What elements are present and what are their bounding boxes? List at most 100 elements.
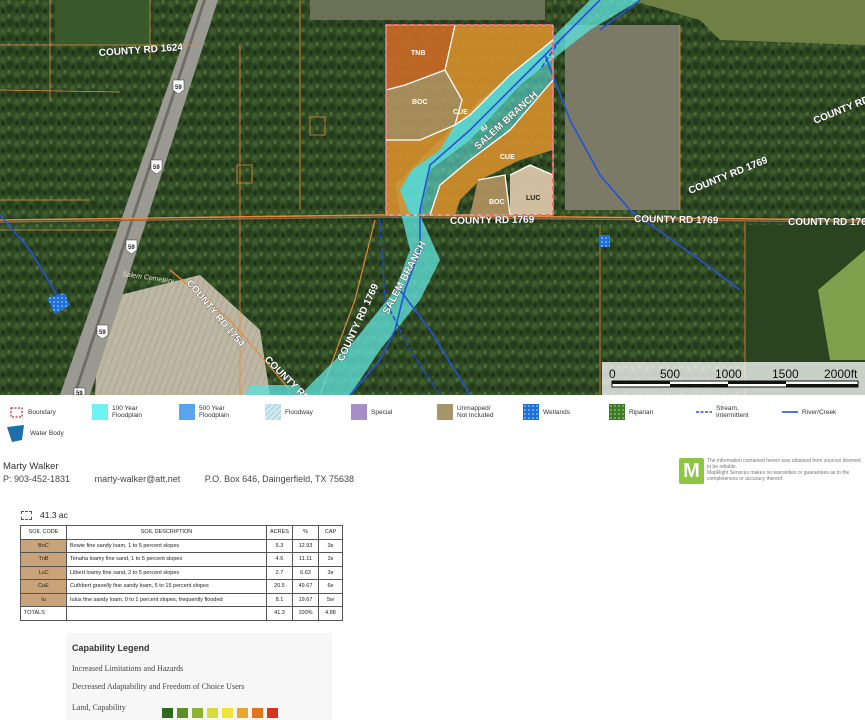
soil-code: TnB	[20, 552, 67, 567]
totals-capability: 4.88	[318, 606, 343, 621]
legend-label: Wetlands	[543, 408, 570, 416]
capability-swatch	[267, 708, 278, 718]
field-area	[310, 0, 545, 20]
svg-text:59: 59	[128, 245, 135, 251]
soil-label-cue: CUE	[453, 109, 468, 116]
brand-block: M The information contained herein was o…	[679, 458, 865, 484]
river-creek-icon	[782, 411, 798, 413]
table-row: LuC Lilbert loamy fine sand, 2 to 5 perc…	[20, 565, 343, 580]
legend-item: Riparian	[609, 404, 653, 420]
soil-capability: 5w	[318, 592, 343, 607]
capability-swatch	[237, 708, 248, 718]
soil-code: BoC	[20, 538, 67, 553]
capability-swatch	[222, 708, 233, 718]
legend-item: Wetlands	[523, 404, 570, 420]
legend-item: Boundary	[8, 404, 56, 420]
riparian-icon	[609, 404, 625, 420]
legend-item: 100 Year Floodplain	[92, 404, 142, 420]
road-label: COUNTY RD 1769	[450, 215, 535, 227]
water-body-icon	[7, 425, 24, 442]
disclaimer-text: The information contained herein was obt…	[707, 458, 861, 482]
legend-label: Floodway	[285, 408, 313, 416]
soil-capability: 3e	[318, 538, 343, 553]
boundary-icon	[10, 407, 23, 418]
agent-phone[interactable]: P: 903-452-1831	[3, 474, 70, 484]
scale-tick: 2000ft	[824, 367, 858, 381]
capability-legend-line: Land, Capability	[72, 703, 126, 712]
svg-text:59: 59	[99, 330, 106, 336]
agent-email[interactable]: marty-walker@att.net	[95, 474, 181, 484]
legend-label: River/Creek	[802, 408, 837, 416]
legend-label: Special	[371, 408, 393, 416]
legend-item: Water Body	[6, 424, 64, 442]
totals-percent: 100%	[292, 606, 319, 621]
legend-label: Stream, Intermittent	[716, 405, 749, 419]
column-header: CAP	[318, 525, 343, 540]
pasture-field	[565, 25, 680, 210]
soil-acres: 5.3	[266, 538, 293, 553]
svg-text:59: 59	[76, 391, 83, 395]
capability-legend-title: Capability Legend	[72, 643, 150, 653]
soil-description: Cuthbert gravelly fine sandy loam, 5 to …	[66, 579, 267, 594]
map-view[interactable]: TNB BOC CUE IU CUE BOC LUC SALEM BRANCH …	[0, 0, 865, 395]
special-swatch	[351, 404, 367, 420]
soil-description: Tenaha loamy fine sand, 1 to 5 percent s…	[66, 552, 267, 567]
legend-label: 100 Year Floodplain	[112, 405, 142, 419]
stream-intermittent-icon	[696, 411, 712, 413]
floodway-hatch-icon	[265, 404, 281, 420]
capability-swatch	[177, 708, 188, 718]
legend-label: Riparian	[629, 408, 654, 416]
soil-label-boc: BOC	[412, 99, 428, 106]
svg-text:59: 59	[153, 165, 160, 171]
svg-text:59: 59	[175, 85, 182, 91]
soil-percent: 11.11	[292, 552, 319, 567]
capability-legend-line: Decreased Adaptability and Freedom of Ch…	[72, 682, 245, 691]
field-area	[55, 0, 150, 45]
soil-table: SOIL CODE SOIL DESCRIPTION ACRES % CAP B…	[20, 525, 343, 621]
map-legend: Boundary 100 Year Floodplain 500 Year Fl…	[0, 398, 865, 446]
soil-acres: 20.5	[266, 579, 293, 594]
agent-name: Marty Walker	[3, 461, 59, 472]
agent-contact: Marty Walker P: 903-452-1831 marty-walke…	[3, 461, 376, 484]
capability-swatch	[162, 708, 173, 718]
scale-tick: 1000	[715, 367, 742, 381]
legend-item: 500 Year Floodplain	[179, 404, 229, 420]
soil-label-tnb: TNB	[411, 50, 425, 57]
soil-capability: 3s	[318, 552, 343, 567]
road-label: COUNTY RD 1769	[788, 217, 865, 228]
wetland	[600, 235, 610, 247]
legend-label: Unmapped/ Not Included	[457, 405, 494, 419]
table-row: Iu Iulus fine sandy loam, 0 to 1 percent…	[20, 592, 343, 607]
column-header: SOIL CODE	[20, 525, 67, 540]
table-row: BoC Bowie fine sandy loam, 1 to 5 percen…	[20, 538, 343, 553]
road-label: COUNTY RD 1769	[634, 214, 719, 226]
legend-label: Water Body	[30, 429, 64, 437]
scale-bar: 0 500 1000 1500 2000ft	[602, 362, 865, 395]
soil-acres: 2.7	[266, 565, 293, 580]
soil-code: LuC	[20, 565, 67, 580]
column-header: %	[292, 525, 319, 540]
legend-item: River/Creek	[782, 404, 836, 420]
column-header: ACRES	[266, 525, 293, 540]
floodplain-500-swatch	[179, 404, 195, 420]
legend-label: Boundary	[28, 408, 56, 416]
soil-capability: 6e	[318, 579, 343, 594]
highway-shield: 59	[73, 387, 86, 395]
column-header: SOIL DESCRIPTION	[66, 525, 267, 540]
soil-percent: 12.93	[292, 538, 319, 553]
legend-item: Special	[351, 404, 392, 420]
legend-item: Stream, Intermittent	[696, 404, 749, 420]
soil-capability: 3e	[318, 565, 343, 580]
soil-description: Lilbert loamy fine sand, 2 to 5 percent …	[66, 565, 267, 580]
acreage-summary: 41.3 ac	[21, 510, 68, 520]
legend-item: Unmapped/ Not Included	[437, 404, 494, 420]
capability-swatches	[162, 708, 282, 718]
wetlands-icon	[523, 404, 539, 420]
agent-address: P.O. Box 646, Daingerfield, TX 75638	[204, 474, 355, 484]
capability-legend: Capability Legend Increased Limitations …	[66, 633, 332, 720]
soil-acres: 4.6	[266, 552, 293, 567]
floodplain-100-swatch	[92, 404, 108, 420]
table-totals-row: TOTALS 41.3 100% 4.88	[20, 606, 343, 621]
scale-tick: 500	[660, 367, 680, 381]
map-canvas[interactable]: TNB BOC CUE IU CUE BOC LUC SALEM BRANCH …	[0, 0, 865, 395]
